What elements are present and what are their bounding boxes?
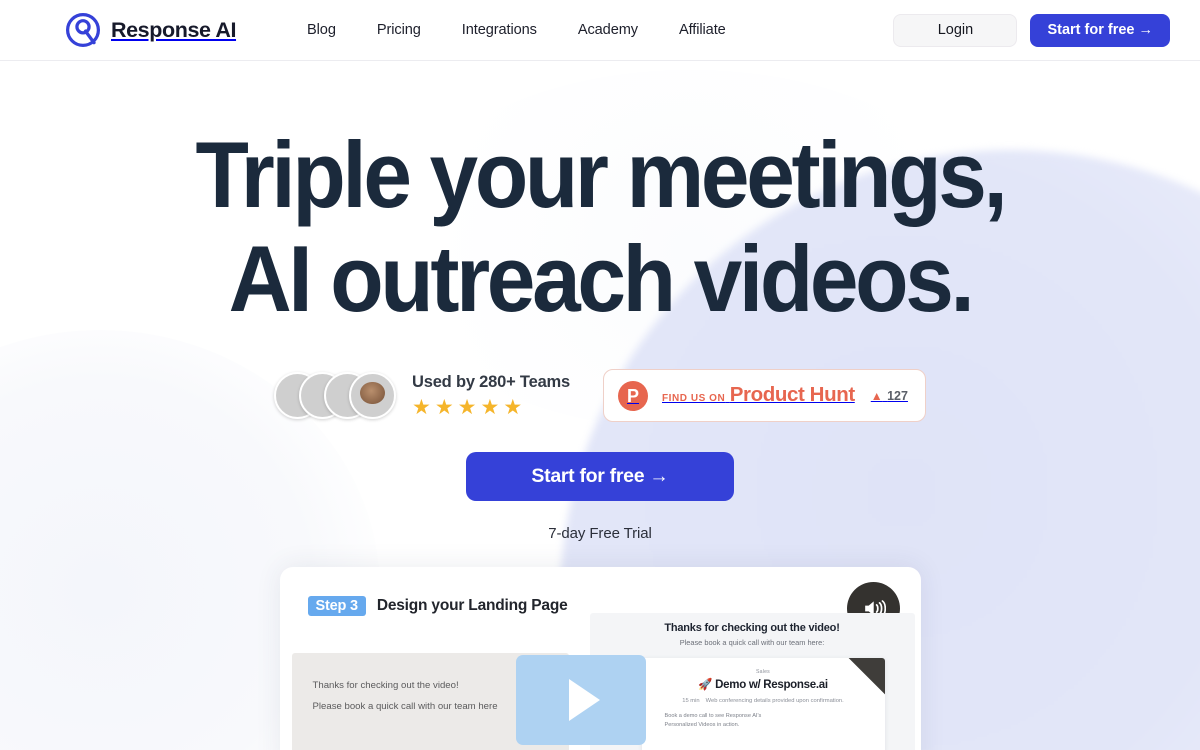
- right-panel-subheading: Please book a quick call with our team h…: [679, 638, 825, 647]
- upvote-triangle-icon: ▲: [870, 388, 883, 403]
- video-play-button[interactable]: [515, 655, 646, 745]
- nav-item-affiliate[interactable]: Affiliate: [679, 22, 726, 38]
- hero-headline: Triple your meetings, AI outreach videos…: [42, 123, 1158, 331]
- product-hunt-text: FIND US ON Product Hunt: [662, 385, 855, 406]
- star-icon: ★: [434, 396, 454, 419]
- teams-proof-group: Used by 280+ Teams ★ ★ ★ ★ ★: [274, 371, 570, 421]
- product-hunt-eyebrow: FIND US ON: [662, 393, 726, 405]
- video-card-body: Thanks for checking out the video! Pleas…: [280, 613, 921, 750]
- nav-item-pricing[interactable]: Pricing: [377, 22, 421, 38]
- product-hunt-votes: ▲ 127: [871, 388, 908, 404]
- video-preview-card[interactable]: Step 3 Design your Landing Page Thanks f…: [279, 567, 921, 750]
- brand-logo-link[interactable]: Response AI: [64, 11, 236, 49]
- brand-name: Response AI: [111, 17, 237, 42]
- booking-duration: 15 min: [682, 698, 700, 704]
- hero-section: Triple your meetings, AI outreach videos…: [0, 123, 1200, 543]
- site-header: Response AI Blog Pricing Integrations Ac…: [0, 0, 1200, 61]
- booking-description: Book a demo call to see Response AI's Pe…: [642, 712, 885, 730]
- booking-title: 🚀 Demo w/ Response.ai: [698, 679, 828, 691]
- booking-desc-line-1: Book a demo call to see Response AI's: [664, 713, 762, 719]
- video-card-topbar: Step 3 Design your Landing Page: [280, 567, 921, 635]
- star-icon: ★: [480, 396, 500, 419]
- response-ai-logo-icon: [65, 12, 101, 48]
- product-hunt-logo-icon: P: [618, 380, 648, 411]
- star-icon: ★: [503, 396, 523, 419]
- rating-stars: ★ ★ ★ ★ ★: [412, 397, 570, 418]
- headline-line-2: AI outreach videos.: [228, 226, 975, 331]
- avatar: [349, 372, 397, 419]
- play-button-icon: [569, 679, 600, 721]
- star-icon: ★: [457, 396, 477, 419]
- booking-conferencing-note: Web conferencing details provided upon c…: [705, 698, 844, 704]
- avatar-group: [274, 371, 397, 421]
- headline-line-1: Triple your meetings,: [195, 122, 1008, 227]
- star-icon: ★: [412, 396, 431, 419]
- product-hunt-badge[interactable]: P FIND US ON Product Hunt ▲ 127: [603, 369, 926, 422]
- booking-meta: 15 min Web conferencing details provided…: [642, 698, 885, 704]
- hero-start-for-free-button[interactable]: Start for free →: [466, 452, 734, 501]
- product-hunt-vote-count: 127: [887, 388, 908, 403]
- booking-card[interactable]: Sales 🚀 Demo w/ Response.ai 15 min Web c…: [641, 658, 885, 750]
- nav-item-academy[interactable]: Academy: [578, 22, 638, 38]
- product-hunt-title: Product Hunt: [729, 383, 855, 407]
- hero-cta-group: Start for free → 7-day Free Trial: [0, 452, 1200, 542]
- main-navigation: Blog Pricing Integrations Academy Affili…: [307, 22, 726, 38]
- step-badge: Step 3: [307, 596, 366, 616]
- free-trial-note: 7-day Free Trial: [548, 525, 652, 542]
- social-proof-row: Used by 280+ Teams ★ ★ ★ ★ ★ P FIND US O…: [0, 369, 1200, 422]
- login-button[interactable]: Login: [893, 13, 1018, 47]
- header-actions: Login Start for free →: [893, 13, 1170, 47]
- header-start-for-free-button[interactable]: Start for free →: [1030, 13, 1170, 47]
- teams-proof-text: Used by 280+ Teams ★ ★ ★ ★ ★: [412, 373, 570, 418]
- booking-category-label: Sales: [756, 669, 770, 675]
- step-title: Design your Landing Page: [376, 597, 568, 614]
- booking-desc-line-2: Personalized Videos in action.: [664, 722, 740, 728]
- teams-count-label: Used by 280+ Teams: [412, 373, 570, 391]
- right-panel-heading: Thanks for checking out the video!: [664, 622, 840, 634]
- nav-item-blog[interactable]: Blog: [307, 22, 336, 38]
- nav-item-integrations[interactable]: Integrations: [462, 22, 537, 38]
